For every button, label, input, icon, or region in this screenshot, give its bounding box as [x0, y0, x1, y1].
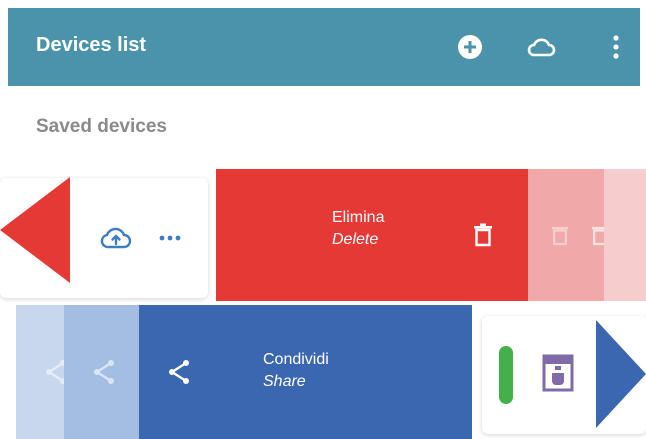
- delete-action[interactable]: Elimina Delete: [216, 169, 528, 301]
- swipe-left-arrow-icon: [0, 177, 70, 283]
- cloud-icon[interactable]: [518, 8, 564, 86]
- share-label-it: Condividi: [263, 351, 329, 368]
- coffee-machine-icon: [536, 348, 580, 398]
- share-icon[interactable]: [164, 357, 194, 387]
- delete-label-en: Delete: [332, 231, 379, 248]
- status-indicator: [499, 346, 513, 404]
- share-action-trail: [16, 305, 66, 439]
- trash-icon[interactable]: [468, 219, 498, 251]
- delete-label-it: Elimina: [332, 209, 385, 226]
- share-label-en: Share: [263, 373, 306, 390]
- app-bar: Devices list: [8, 8, 640, 86]
- delete-action-trail: [604, 169, 646, 301]
- swipe-right-arrow-icon: [596, 320, 646, 428]
- delete-action-trail: [528, 169, 609, 301]
- more-horizontal-icon[interactable]: [152, 222, 188, 254]
- more-vertical-icon[interactable]: [602, 8, 630, 86]
- share-action-trail: [64, 305, 139, 439]
- page-title: Devices list: [36, 34, 147, 56]
- delete-label: Elimina Delete: [332, 207, 384, 251]
- add-circle-icon[interactable]: [450, 8, 490, 86]
- share-action[interactable]: Condividi Share: [139, 305, 472, 439]
- trash-icon: [548, 221, 572, 249]
- share-label: Condividi Share: [263, 349, 329, 393]
- share-icon: [90, 357, 118, 387]
- section-header: Saved devices: [36, 116, 167, 137]
- cloud-upload-icon[interactable]: [96, 218, 136, 258]
